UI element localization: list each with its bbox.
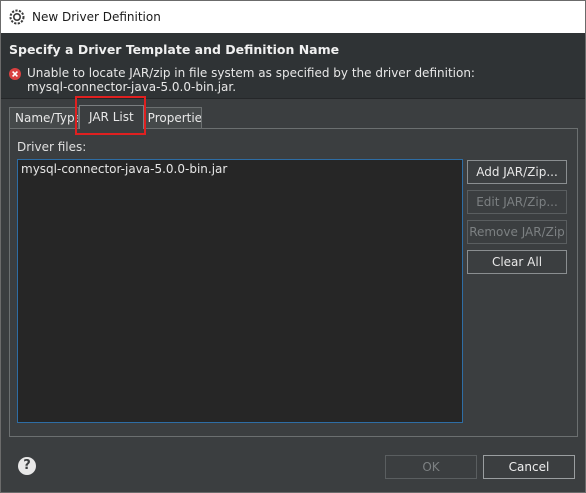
tab-jar-list[interactable]: JAR List <box>79 105 144 129</box>
tab-properties[interactable]: Properties <box>143 107 202 129</box>
remove-jar-button[interactable]: Remove JAR/Zip <box>467 220 567 244</box>
error-message-line1: Unable to locate JAR/zip in file system … <box>27 66 475 80</box>
clear-all-button[interactable]: Clear All <box>467 250 567 274</box>
error-x-icon <box>9 68 21 80</box>
new-driver-definition-dialog: New Driver Definition Specify a Driver T… <box>0 0 586 493</box>
page-heading: Specify a Driver Template and Definition… <box>9 42 340 57</box>
wizard-banner: Specify a Driver Template and Definition… <box>1 33 585 99</box>
jar-list-panel: Driver files: mysql-connector-java-5.0.0… <box>9 128 578 437</box>
add-jar-button[interactable]: Add JAR/Zip... <box>467 160 567 184</box>
eclipse-gear-icon <box>9 9 25 25</box>
error-message-line2: mysql-connector-java-5.0.0-bin.jar. <box>27 80 237 94</box>
help-icon[interactable]: ? <box>18 457 36 475</box>
list-item[interactable]: mysql-connector-java-5.0.0-bin.jar <box>18 160 462 178</box>
window-title: New Driver Definition <box>32 10 161 24</box>
title-bar[interactable]: New Driver Definition <box>1 1 585 33</box>
driver-files-list[interactable]: mysql-connector-java-5.0.0-bin.jar <box>17 159 463 423</box>
driver-files-label: Driver files: <box>17 140 87 154</box>
error-message: Unable to locate JAR/zip in file system … <box>27 66 547 94</box>
edit-jar-button[interactable]: Edit JAR/Zip... <box>467 190 567 214</box>
cancel-button[interactable]: Cancel <box>483 455 575 479</box>
ok-button[interactable]: OK <box>385 455 477 479</box>
tab-name-type[interactable]: Name/Type <box>9 107 79 129</box>
tab-strip: Name/Type JAR List Properties <box>9 105 202 129</box>
